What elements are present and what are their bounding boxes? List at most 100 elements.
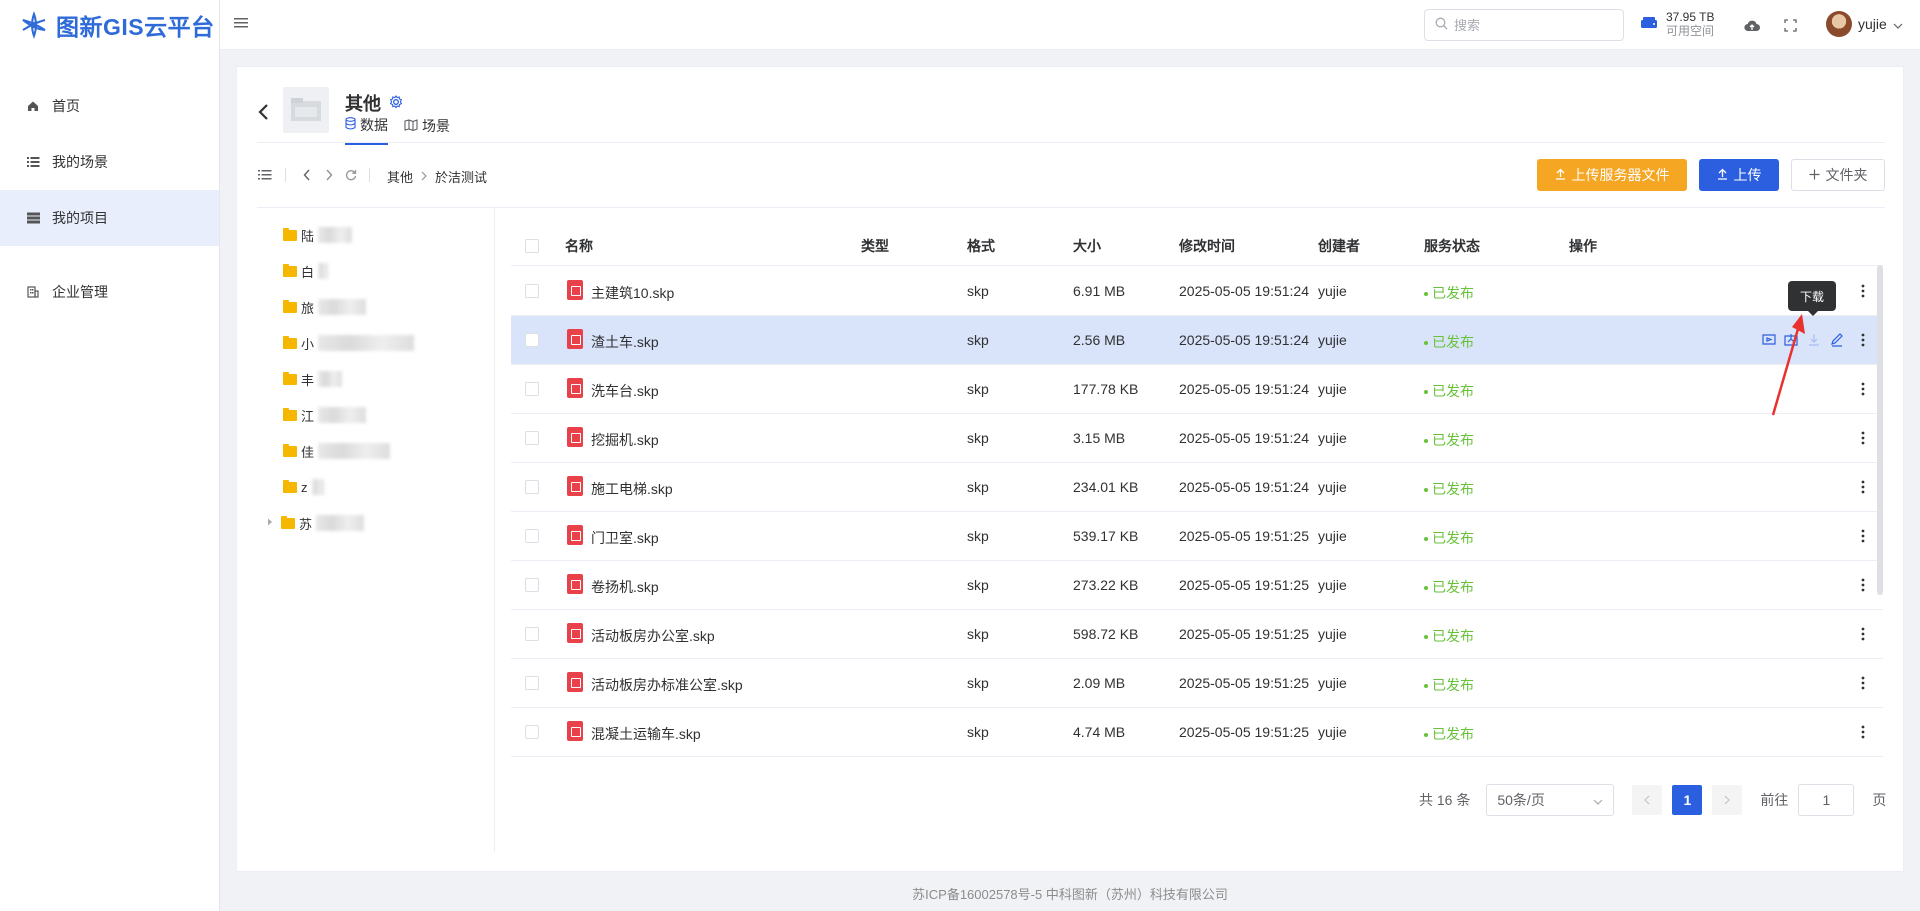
tree-item[interactable]: 陆 <box>283 222 353 248</box>
tree-item[interactable]: 江 <box>283 402 367 428</box>
more-actions-icon[interactable] <box>1855 576 1871 594</box>
tree-item[interactable]: 佳 <box>283 438 391 464</box>
more-actions-icon[interactable] <box>1855 478 1871 496</box>
row-checkbox[interactable] <box>525 333 539 347</box>
status-dot <box>1424 684 1428 689</box>
cell-name[interactable]: 活动板房办公室.skp <box>591 626 715 646</box>
table-row[interactable]: 主建筑10.skp skp 6.91 MB 2025-05-05 19:51:24 yu… <box>511 267 1883 316</box>
column-header[interactable]: 创建者 <box>1318 236 1360 256</box>
menu-toggle-icon[interactable] <box>234 16 248 30</box>
search-box[interactable] <box>1424 9 1624 41</box>
user-menu[interactable]: yujie <box>1826 11 1903 37</box>
tree-item[interactable]: z <box>283 474 324 500</box>
caret-right-icon[interactable] <box>267 518 277 528</box>
nav-forward-icon[interactable] <box>321 167 337 183</box>
database-icon <box>345 117 356 133</box>
sidebar-item-enterprise[interactable]: 企业管理 <box>0 264 219 320</box>
cell-name[interactable]: 卷扬机.skp <box>591 577 659 597</box>
row-checkbox[interactable] <box>525 578 539 592</box>
row-checkbox[interactable] <box>525 725 539 739</box>
prev-page-button[interactable] <box>1632 785 1663 815</box>
cloud-upload-icon[interactable] <box>1742 15 1762 35</box>
more-actions-icon[interactable] <box>1855 429 1871 447</box>
sidebar-item-home[interactable]: 首页 <box>0 78 219 134</box>
table-row[interactable]: 渣土车.skp skp 2.56 MB 2025-05-05 19:51:24 yuji… <box>511 316 1883 365</box>
table-row[interactable]: 洗车台.skp skp 177.78 KB 2025-05-05 19:51:24 yu… <box>511 365 1883 414</box>
settings-gear-icon[interactable] <box>389 93 403 114</box>
logo[interactable]: 图新GIS云平台 <box>0 0 219 50</box>
tree-toggle-icon[interactable] <box>257 167 273 183</box>
tree-item-expandable[interactable]: 苏 <box>267 510 365 536</box>
search-input[interactable] <box>1454 17 1614 33</box>
select-all-checkbox[interactable] <box>525 239 539 253</box>
fullscreen-icon[interactable] <box>1780 15 1800 35</box>
page-number-current[interactable]: 1 <box>1672 785 1703 815</box>
row-checkbox[interactable] <box>525 431 539 445</box>
table-scrollbar[interactable] <box>1877 265 1883 595</box>
goto-page-input[interactable] <box>1798 784 1855 816</box>
cell-name[interactable]: 挖掘机.skp <box>591 430 659 450</box>
cell-name[interactable]: 活动板房办标准公室.skp <box>591 675 743 695</box>
table-row[interactable]: 施工电梯.skp skp 234.01 KB 2025-05-05 19:51:24 y… <box>511 463 1883 512</box>
upload-server-file-button[interactable]: 上传服务器文件 <box>1537 159 1687 191</box>
cell-name[interactable]: 渣土车.skp <box>591 332 659 352</box>
button-label: 上传 <box>1733 167 1762 183</box>
table-row[interactable]: 混凝土运输车.skp skp 4.74 MB 2025-05-05 19:51:25 y… <box>511 708 1883 757</box>
tree-item[interactable]: 丰 <box>283 366 343 392</box>
cell-name[interactable]: 主建筑10.skp <box>591 283 674 303</box>
table-row-partial[interactable] <box>511 757 1883 767</box>
more-actions-icon[interactable] <box>1855 527 1871 545</box>
tree-item[interactable]: 旅 <box>283 294 367 320</box>
table-row[interactable]: 挖掘机.skp skp 3.15 MB 2025-05-05 19:51:24 yuji… <box>511 414 1883 463</box>
refresh-icon[interactable] <box>343 167 359 183</box>
more-actions-icon[interactable] <box>1855 723 1871 741</box>
skp-file-icon <box>567 574 583 594</box>
column-header[interactable]: 服务状态 <box>1424 236 1480 256</box>
row-checkbox[interactable] <box>525 382 539 396</box>
column-header[interactable]: 大小 <box>1073 236 1101 256</box>
table-row[interactable]: 活动板房办标准公室.skp skp 2.09 MB 2025-05-05 19:51:… <box>511 659 1883 708</box>
row-checkbox[interactable] <box>525 627 539 641</box>
sidebar-item-scenes[interactable]: 我的场景 <box>0 134 219 190</box>
table-row[interactable]: 卷扬机.skp skp 273.22 KB 2025-05-05 19:51:25 yu… <box>511 561 1883 610</box>
breadcrumb-item[interactable]: 其他 <box>387 167 413 186</box>
cell-name[interactable]: 混凝土运输车.skp <box>591 724 701 744</box>
upload-button[interactable]: 上传 <box>1699 159 1779 191</box>
row-checkbox[interactable] <box>525 284 539 298</box>
status-dot <box>1424 537 1428 542</box>
tab-scene[interactable]: 场景 <box>404 115 450 145</box>
more-actions-icon[interactable] <box>1855 331 1871 349</box>
tree-item[interactable]: 小 <box>283 330 415 356</box>
tree-item-label: 陆 <box>301 228 315 244</box>
row-checkbox[interactable] <box>525 480 539 494</box>
row-checkbox[interactable] <box>525 676 539 690</box>
tab-data[interactable]: 数据 <box>345 115 388 145</box>
row-checkbox[interactable] <box>525 529 539 543</box>
download-icon[interactable] <box>1806 332 1822 348</box>
more-actions-icon[interactable] <box>1855 282 1871 300</box>
column-header[interactable]: 格式 <box>967 236 995 256</box>
storage-indicator: 37.95 TB 可用空间 <box>1640 10 1714 38</box>
table-row[interactable]: 门卫室.skp skp 539.17 KB 2025-05-05 19:51:25 yu… <box>511 512 1883 561</box>
tree-item-label: 丰 <box>301 372 315 388</box>
back-icon[interactable] <box>257 101 273 125</box>
column-header[interactable]: 类型 <box>861 236 889 256</box>
cell-name[interactable]: 施工电梯.skp <box>591 479 673 499</box>
tree-item[interactable]: 白 <box>283 258 329 284</box>
cell-name[interactable]: 门卫室.skp <box>591 528 659 548</box>
column-header[interactable]: 名称 <box>565 236 593 256</box>
column-header[interactable]: 修改时间 <box>1179 236 1235 256</box>
more-actions-icon[interactable] <box>1855 674 1871 692</box>
more-actions-icon[interactable] <box>1855 380 1871 398</box>
nav-back-icon[interactable] <box>299 167 315 183</box>
cell-name[interactable]: 洗车台.skp <box>591 381 659 401</box>
new-folder-button[interactable]: 文件夹 <box>1791 159 1885 191</box>
next-page-button[interactable] <box>1712 785 1743 815</box>
page-size-select[interactable]: 50条/页 <box>1486 784 1615 816</box>
file-table: 名称 类型 格式 大小 修改时间 创建者 服务状态 操作 主建筑10.skp sk… <box>511 222 1887 767</box>
more-actions-icon[interactable] <box>1855 625 1871 643</box>
edit-icon[interactable] <box>1829 332 1845 348</box>
table-row[interactable]: 活动板房办公室.skp skp 598.72 KB 2025-05-05 19:51:… <box>511 610 1883 659</box>
cell-creator: yujie <box>1318 430 1347 446</box>
sidebar-item-projects[interactable]: 我的项目 <box>0 190 219 246</box>
